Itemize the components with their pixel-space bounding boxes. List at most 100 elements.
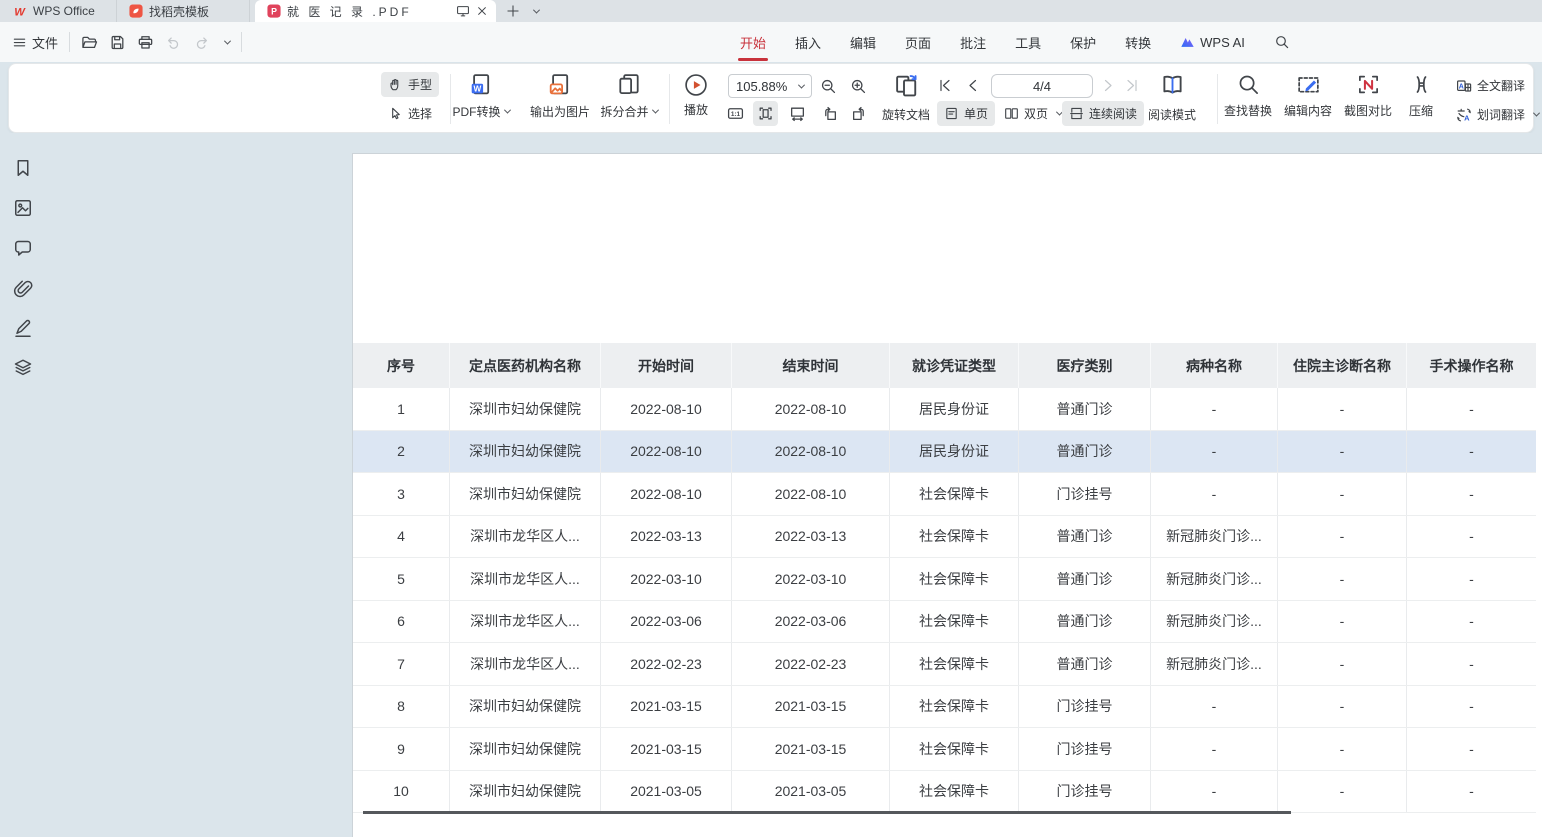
find-replace-button[interactable]: 查找替换 [1220,73,1276,119]
undo-icon[interactable] [165,34,182,51]
table-cell: 2021-03-15 [601,728,732,770]
hand-tool-button[interactable]: 手型 [381,72,439,97]
menu-protect[interactable]: 保护 [1070,22,1096,63]
play-button[interactable]: 播放 [676,73,716,118]
fit-width-button[interactable] [785,101,810,126]
zoom-in-icon[interactable] [850,78,867,95]
read-mode-button[interactable] [1141,72,1203,97]
tab-docer-templates[interactable]: 找稻壳模板 [117,0,250,22]
table-cell: 深圳市龙华区人... [450,601,601,643]
table-cell: - [1407,686,1536,728]
menu-home[interactable]: 开始 [740,22,766,63]
pdf-convert-label-row: PDF转换 [446,103,516,120]
rotate-document-label[interactable]: 旋转文档 [875,106,937,123]
fit-page-icon [757,105,774,122]
compress-button[interactable]: 压缩 [1400,73,1442,119]
double-page-button[interactable]: 双页 [997,101,1069,126]
table-row[interactable]: 3深圳市妇幼保健院2022-08-102022-08-10社会保障卡门诊挂号--… [353,473,1536,516]
menu-wps-ai[interactable]: WPS AI [1180,35,1245,50]
column-header: 结束时间 [732,343,890,388]
table-row[interactable]: 8深圳市妇幼保健院2021-03-152021-03-15社会保障卡门诊挂号--… [353,686,1536,729]
table-row[interactable]: 10深圳市妇幼保健院2021-03-052021-03-05社会保障卡门诊挂号-… [353,771,1536,814]
table-cell: 新冠肺炎门诊... [1151,558,1278,600]
menu-edit[interactable]: 编辑 [850,22,876,63]
signature-pen-icon [13,318,33,338]
split-merge-button[interactable]: 拆分合并 [593,72,665,120]
quick-access-chevron-icon[interactable] [224,37,231,44]
single-page-button[interactable]: 单页 [937,101,995,126]
table-cell: - [1407,728,1536,770]
pdf-page[interactable]: 序号定点医药机构名称开始时间结束时间就诊凭证类型医疗类别病种名称住院主诊断名称手… [352,153,1542,837]
export-image-icon [548,72,572,98]
export-image-button[interactable]: 输出为图片 [521,72,599,120]
actual-size-button[interactable]: 1:1 [723,101,748,126]
next-page-icon[interactable] [1101,78,1115,93]
sidebar-comments-button[interactable] [11,237,35,259]
pdf-convert-icon: W [469,72,493,98]
table-cell: 深圳市龙华区人... [450,643,601,685]
page-indicator-input[interactable] [991,74,1093,98]
close-tab-icon[interactable] [476,5,488,17]
fit-width-icon [789,105,806,122]
table-cell: 9 [353,728,450,770]
first-page-icon[interactable] [938,78,952,93]
table-row[interactable]: 4深圳市龙华区人...2022-03-132022-03-13社会保障卡普通门诊… [353,516,1536,559]
edit-content-button[interactable]: 编辑内容 [1280,73,1336,119]
zoom-level-combobox[interactable]: 105.88% [728,74,812,98]
table-cell: - [1278,686,1407,728]
table-row[interactable]: 1深圳市妇幼保健院2022-08-102022-08-10居民身份证普通门诊--… [353,388,1536,431]
full-text-translate-button[interactable]: A 全文翻译 [1449,73,1532,98]
table-row[interactable]: 2深圳市妇幼保健院2022-08-102022-08-10居民身份证普通门诊--… [353,431,1536,474]
zoom-out-icon[interactable] [820,78,837,95]
table-row[interactable]: 9深圳市妇幼保健院2021-03-152021-03-15社会保障卡门诊挂号--… [353,728,1536,771]
menu-annotate[interactable]: 批注 [960,22,986,63]
chevron-down-icon [503,107,510,114]
table-cell: 新冠肺炎门诊... [1151,516,1278,558]
screenshot-compare-button[interactable]: 截图对比 [1340,73,1396,119]
menu-page[interactable]: 页面 [905,22,931,63]
fit-page-button[interactable] [753,101,778,126]
table-cell: 社会保障卡 [890,516,1019,558]
tab-wps-office[interactable]: W WPS Office [0,0,117,22]
column-header: 手术操作名称 [1407,343,1536,388]
rotate-right-button[interactable] [847,101,872,126]
cursor-arrow-icon [388,106,403,121]
word-translate-button[interactable]: A 划词翻译 [1449,102,1542,127]
table-cell: 2022-08-10 [601,388,732,430]
tab-medical-record-pdf[interactable]: P 就 医 记 录 .PDF [255,0,496,22]
sidebar-thumbnails-button[interactable] [11,197,35,219]
rotate-document-button[interactable] [875,72,937,97]
table-row[interactable]: 6深圳市龙华区人...2022-03-062022-03-06社会保障卡普通门诊… [353,601,1536,644]
print-icon[interactable] [137,34,154,51]
sidebar-layers-button[interactable] [11,357,35,379]
previous-page-icon[interactable] [966,78,980,93]
column-header: 住院主诊断名称 [1278,343,1407,388]
table-cell: 2022-08-10 [601,431,732,473]
pdf-convert-button[interactable]: W PDF转换 [446,72,516,120]
tab-bar-actions [496,0,549,22]
new-tab-plus-icon[interactable] [506,4,520,18]
table-cell: - [1278,431,1407,473]
monitor-share-icon[interactable] [456,4,470,18]
sidebar-signature-button[interactable] [11,317,35,339]
table-cell: 深圳市龙华区人... [450,558,601,600]
table-row[interactable]: 5深圳市龙华区人...2022-03-102022-03-10社会保障卡普通门诊… [353,558,1536,601]
redo-icon[interactable] [193,34,210,51]
svg-text:W: W [474,84,482,93]
select-tool-button[interactable]: 选择 [381,101,439,126]
save-icon[interactable] [109,34,126,51]
menu-insert[interactable]: 插入 [795,22,821,63]
tab-list-chevron-icon[interactable] [533,6,540,13]
last-page-icon[interactable] [1125,78,1139,93]
rotate-left-button[interactable] [817,101,842,126]
file-menu-button[interactable]: 文件 [12,33,58,52]
sidebar-bookmark-button[interactable] [11,157,35,179]
menu-convert[interactable]: 转换 [1125,22,1151,63]
menu-search-icon[interactable] [1274,34,1290,50]
continuous-reading-button[interactable]: 连续阅读 [1062,101,1144,126]
menu-tools[interactable]: 工具 [1015,22,1041,63]
open-folder-icon[interactable] [81,34,98,51]
read-mode-label[interactable]: 阅读模式 [1141,106,1203,123]
sidebar-attachments-button[interactable] [11,277,35,299]
table-row[interactable]: 7深圳市龙华区人...2022-02-232022-02-23社会保障卡普通门诊… [353,643,1536,686]
